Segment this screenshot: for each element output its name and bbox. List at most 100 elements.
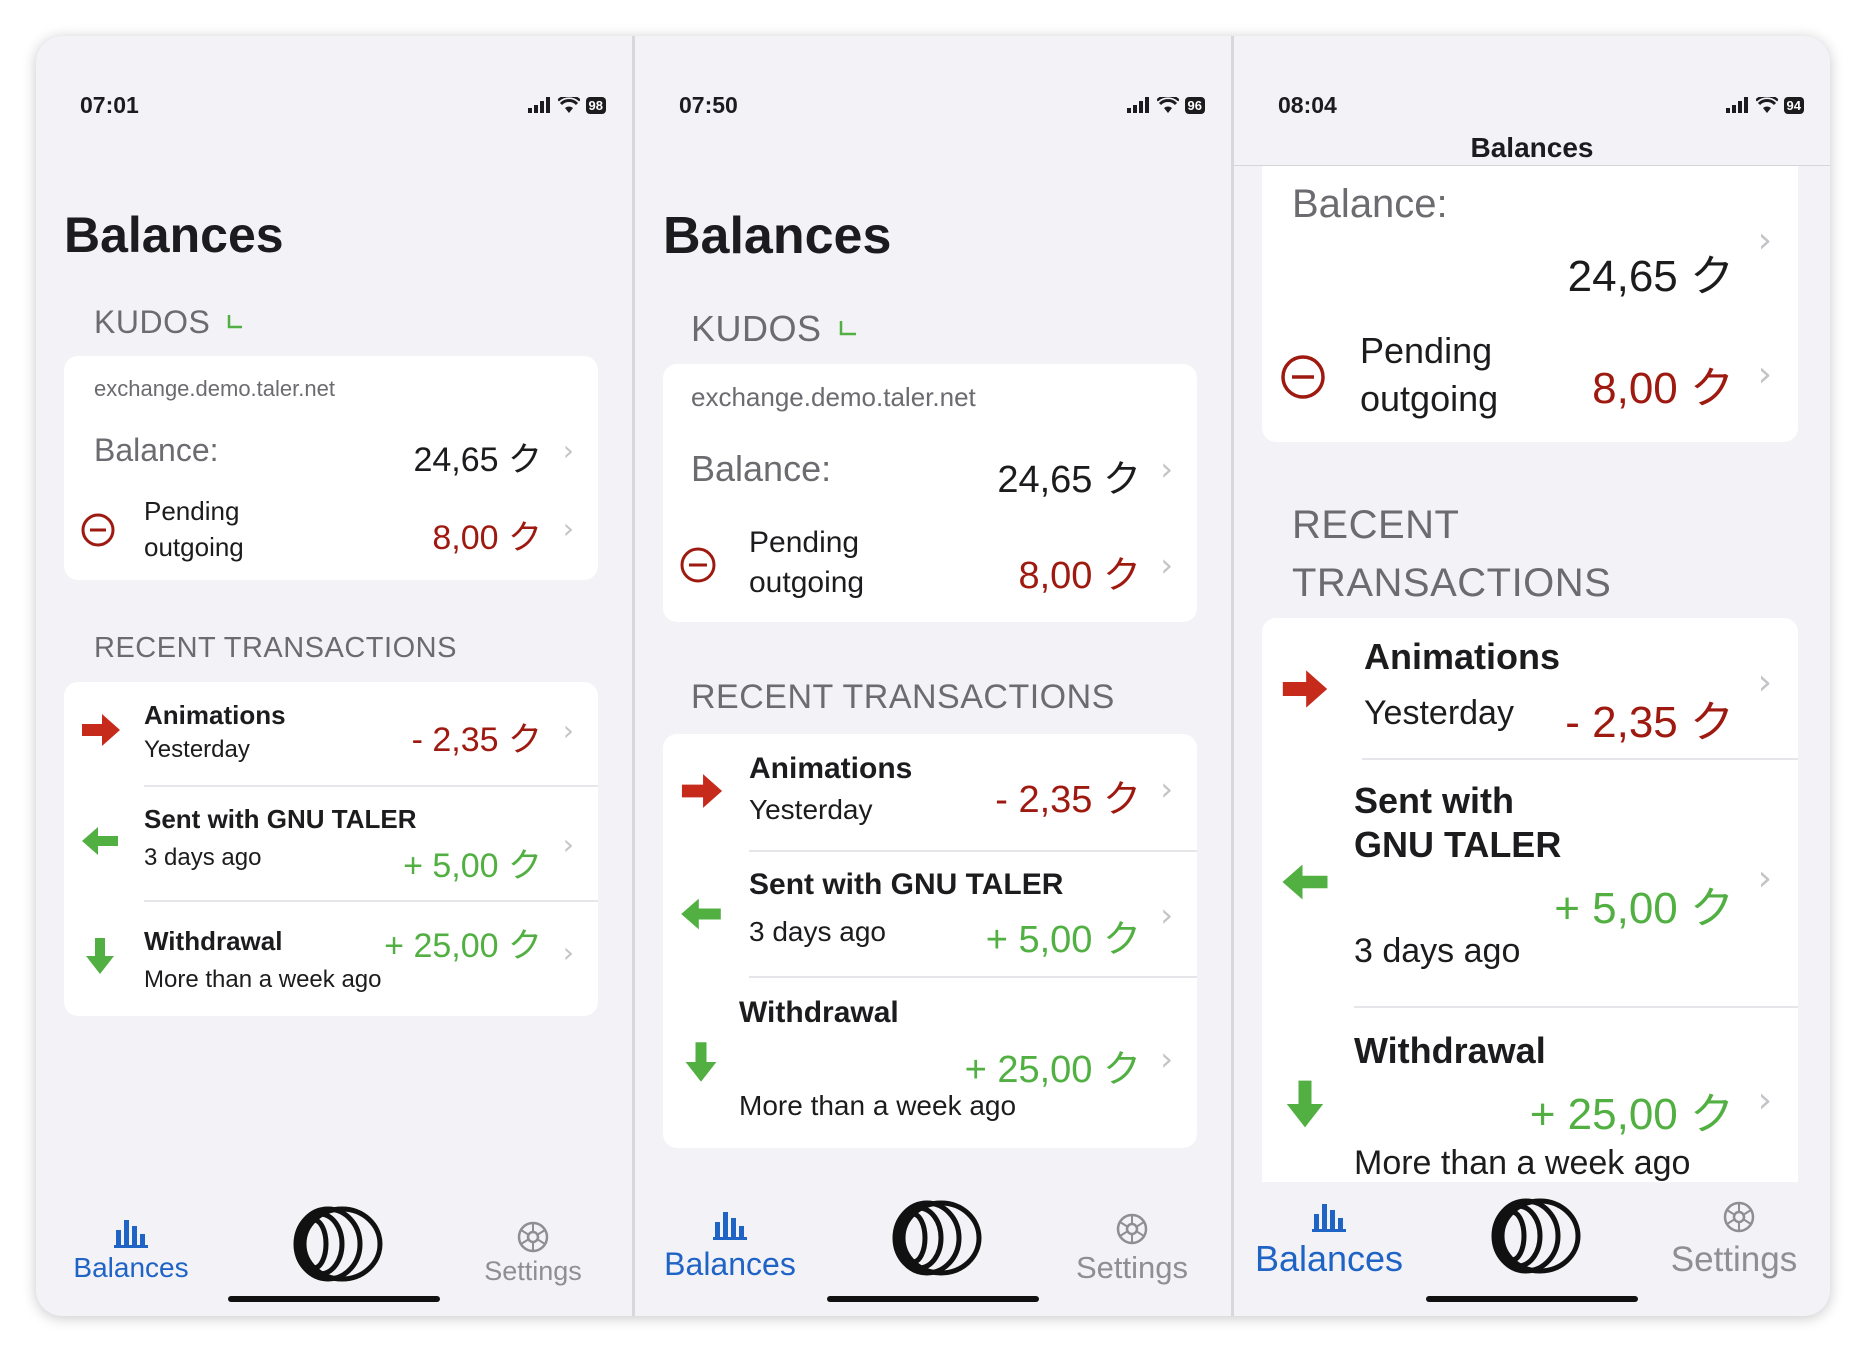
status-icons: 94 xyxy=(1725,96,1804,114)
chevron-right-icon: › xyxy=(562,936,574,969)
transaction-title: Withdrawal xyxy=(739,996,899,1029)
transaction-amount: + 5,00 ク xyxy=(985,919,1141,961)
recent-transactions-header: RECENT TRANSACTIONS xyxy=(94,632,457,664)
balance-card: exchange.demo.taler.net Balance: 24,65 ク… xyxy=(663,364,1197,622)
balance-value: 24,65 ク xyxy=(413,441,542,479)
left-arrow-icon xyxy=(1282,864,1328,900)
navigation-bar: 08:04 94 Balances xyxy=(1234,36,1830,166)
chevron-right-icon: › xyxy=(1757,354,1772,395)
down-arrow-icon xyxy=(685,1042,717,1082)
tab-bar: Balances Settings xyxy=(1234,1182,1830,1296)
divider xyxy=(144,900,598,902)
transaction-date: More than a week ago xyxy=(144,966,382,993)
transaction-title: Sent with GNU TALER xyxy=(144,804,417,834)
signal-icon xyxy=(527,97,550,113)
status-time: 07:01 xyxy=(80,91,139,118)
phone-screen-2: 07:50 96 Balances KUDOS exchange.demo.ta… xyxy=(635,36,1231,1316)
transaction-title: Animations xyxy=(749,752,913,785)
status-bar: 07:50 96 xyxy=(679,90,1205,120)
balance-card: exchange.demo.taler.net Balance: 24,65 ク… xyxy=(64,356,598,580)
page-title: Balances xyxy=(663,207,892,265)
transaction-date: 3 days ago xyxy=(144,844,262,871)
gear-icon xyxy=(1723,1201,1755,1233)
tab-balances-label: Balances xyxy=(664,1246,796,1282)
status-icons: 96 xyxy=(1126,96,1205,114)
currency-header: KUDOS xyxy=(94,304,246,341)
minus-circle-icon xyxy=(1281,355,1325,399)
signal-icon xyxy=(1126,97,1149,113)
chevron-right-icon: › xyxy=(1160,896,1173,934)
home-indicator[interactable] xyxy=(1426,1296,1638,1302)
exchange-url: exchange.demo.taler.net xyxy=(691,382,976,412)
screenshot-frame: 07:01 98 Balances KUDOS exchange.demo.ta… xyxy=(36,36,1830,1316)
transaction-title: Sent with GNU TALER xyxy=(749,868,1064,901)
divider xyxy=(749,976,1197,978)
divider xyxy=(1362,758,1798,760)
currency-label: KUDOS xyxy=(691,308,822,349)
chart-mini-icon xyxy=(839,321,857,336)
home-indicator[interactable] xyxy=(228,1296,440,1302)
pending-label-line1: Pending xyxy=(144,496,240,526)
left-arrow-icon xyxy=(82,827,118,855)
chevron-right-icon: › xyxy=(1160,1040,1173,1078)
phone-screen-1: 07:01 98 Balances KUDOS exchange.demo.ta… xyxy=(36,36,632,1316)
chevron-right-icon: › xyxy=(1160,770,1173,808)
chevron-right-icon: › xyxy=(1160,450,1173,488)
tab-bar: Balances Settings xyxy=(635,1186,1231,1296)
chevron-right-icon: › xyxy=(1757,1080,1772,1121)
battery-icon: 98 xyxy=(585,96,606,114)
recent-transactions-header: RECENT TRANSACTIONS xyxy=(691,678,1115,716)
currency-header: KUDOS xyxy=(691,308,860,350)
chevron-right-icon: › xyxy=(562,828,574,861)
right-arrow-icon xyxy=(681,774,723,808)
signal-icon xyxy=(1725,97,1748,113)
down-arrow-icon xyxy=(1286,1080,1324,1128)
chevron-right-icon: › xyxy=(1757,858,1772,899)
chart-mini-icon xyxy=(227,315,242,329)
transaction-title-line1: Sent with xyxy=(1354,780,1514,821)
taler-logo-icon[interactable] xyxy=(1478,1196,1582,1276)
gear-icon xyxy=(517,1221,549,1253)
transaction-date: Yesterday xyxy=(1364,694,1514,732)
divider xyxy=(1354,1006,1798,1008)
tab-settings-label: Settings xyxy=(1075,1250,1189,1285)
pending-label-line2: outgoing xyxy=(749,566,865,599)
divider xyxy=(749,850,1197,852)
transaction-amount: + 5,00 ク xyxy=(1554,884,1734,933)
pending-value: 8,00 ク xyxy=(1018,555,1141,597)
exchange-url: exchange.demo.taler.net xyxy=(94,376,335,401)
tab-balances-label: Balances xyxy=(73,1252,189,1283)
bar-chart-icon xyxy=(713,1212,747,1240)
taler-logo-icon[interactable] xyxy=(879,1198,983,1278)
transaction-amount: - 2,35 ク xyxy=(995,779,1141,821)
transactions-card: Animations Yesterday - 2,35 ク › Sent wit… xyxy=(663,734,1197,1148)
pending-label-line2: outgoing xyxy=(144,532,244,562)
chevron-right-icon: › xyxy=(1757,220,1772,261)
home-indicator[interactable] xyxy=(827,1296,1039,1302)
transactions-card: Animations Yesterday - 2,35 ク › Sent wit… xyxy=(64,682,598,1016)
pending-label-line1: Pending xyxy=(749,526,860,559)
balance-label: Balance: xyxy=(94,432,219,468)
transaction-title-line2: GNU TALER xyxy=(1354,824,1562,865)
right-arrow-icon xyxy=(1282,670,1328,708)
tab-balances-label: Balances xyxy=(1254,1238,1404,1279)
currency-label: KUDOS xyxy=(94,304,211,340)
transaction-date: More than a week ago xyxy=(739,1090,1017,1121)
chevron-right-icon: › xyxy=(562,512,574,545)
divider xyxy=(144,785,598,787)
balance-card: Balance: 24,65 ク › Pending outgoing 8,00… xyxy=(1262,136,1798,442)
transaction-date: Yesterday xyxy=(749,794,873,825)
transaction-title: Animations xyxy=(144,700,286,730)
recent-header-line1: RECENT xyxy=(1292,503,1460,547)
chevron-right-icon: › xyxy=(1757,662,1772,703)
transaction-amount: - 2,35 ク xyxy=(1565,698,1734,747)
bar-chart-icon xyxy=(1312,1204,1346,1232)
battery-icon: 96 xyxy=(1184,96,1205,114)
minus-circle-icon xyxy=(680,547,716,583)
tab-bar: Balances Settings xyxy=(36,1196,632,1296)
transaction-amount: + 25,00 ク xyxy=(1529,1090,1734,1139)
wifi-icon xyxy=(557,97,580,113)
taler-logo-icon[interactable] xyxy=(280,1204,384,1284)
status-bar: 07:01 98 xyxy=(80,90,606,120)
transaction-date: 3 days ago xyxy=(749,916,886,947)
